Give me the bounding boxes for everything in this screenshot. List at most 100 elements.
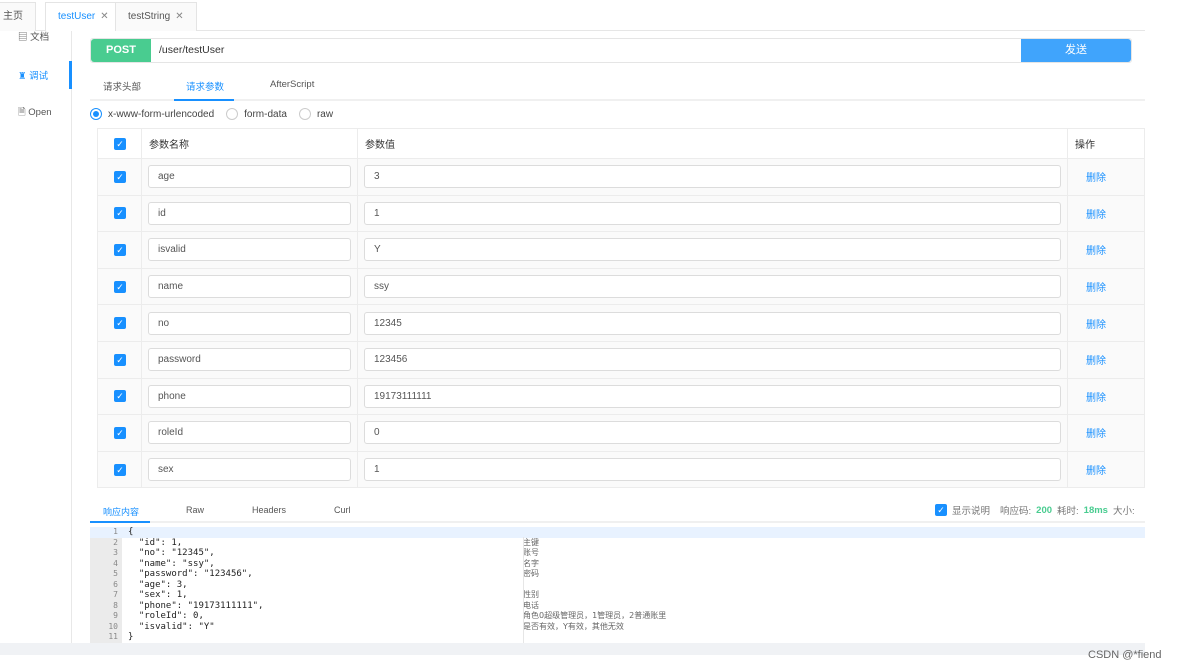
delete-link[interactable]: 删除 <box>1068 466 1106 477</box>
line-number: 9 <box>113 611 118 620</box>
row-checkbox[interactable]: ✓ <box>114 463 126 476</box>
file-icon: 🗎 <box>18 107 26 118</box>
delete-link[interactable]: 删除 <box>1068 320 1106 331</box>
tab-home[interactable]: 主页 <box>0 2 36 31</box>
action-cell: 删除 <box>1067 414 1145 452</box>
name-cell: password <box>141 340 358 379</box>
radio-checked-icon <box>90 108 102 120</box>
send-button[interactable]: 发送 <box>1021 39 1131 62</box>
code-line: 10 "isvalid": "Y" 是否有效，Y有效，其他无效 <box>90 622 1145 633</box>
code-text: "id": 1, <box>128 537 183 548</box>
method-select[interactable]: POST <box>91 39 151 62</box>
action-cell: 删除 <box>1067 377 1145 416</box>
delete-link[interactable]: 删除 <box>1068 356 1106 367</box>
param-name-input[interactable]: age <box>148 165 351 189</box>
action-cell: 删除 <box>1067 450 1145 489</box>
param-name-input[interactable]: name <box>148 275 351 299</box>
body-type-group: x-www-form-urlencoded form-data raw <box>90 108 333 120</box>
param-name-input[interactable]: sex <box>148 458 351 482</box>
param-value-input[interactable]: ssy <box>364 275 1061 299</box>
code-line: 11} <box>90 632 1145 643</box>
code-text: } <box>128 632 134 642</box>
active-tab-underline <box>174 99 234 101</box>
table-row: ✓ no 12345 删除 <box>97 304 1145 342</box>
sidebar-item-docs[interactable]: ▤ 文档 <box>18 29 49 43</box>
code-line: 5 "password": "123456", 密码 <box>90 569 1145 580</box>
close-icon[interactable]: ✕ <box>175 11 183 22</box>
value-cell: 0 <box>357 414 1068 452</box>
param-name-input[interactable]: password <box>148 348 351 372</box>
param-value-input[interactable]: 0 <box>364 421 1061 445</box>
radio-form-data[interactable]: form-data <box>226 108 287 120</box>
name-cell: no <box>141 304 358 342</box>
param-value-input[interactable]: 3 <box>364 165 1061 189</box>
param-value-input[interactable]: 123456 <box>364 348 1061 372</box>
response-editor[interactable]: 1{2 "id": 1, 主键 3 "no": "12345", 账号 4 "name"… <box>90 527 1145 643</box>
param-value-input[interactable]: 19173111111 <box>364 384 1061 408</box>
table-row: ✓ sex 1 删除 <box>97 450 1145 489</box>
tab-request-headers[interactable]: 请求头部 <box>103 79 141 93</box>
table-row: ✓ isvalid Y 删除 <box>97 231 1145 269</box>
url-input[interactable]: /user/testUser <box>151 39 1021 62</box>
param-value-input[interactable]: 1 <box>364 201 1061 225</box>
radio-raw[interactable]: raw <box>298 108 333 120</box>
delete-link[interactable]: 删除 <box>1068 393 1106 404</box>
table-row: ✓ name ssy 删除 <box>97 267 1145 306</box>
code-line: 3 "no": "12345", 账号 <box>90 548 1145 559</box>
param-name-input[interactable]: id <box>148 201 351 225</box>
param-name-input[interactable]: isvalid <box>148 238 351 262</box>
active-indicator <box>69 61 72 89</box>
tab-teststring[interactable]: testString ✕ <box>115 2 197 31</box>
code-text: "phone": "19173111111", <box>128 600 264 611</box>
col-header-action: 操作 <box>1067 128 1145 159</box>
table-row: ✓ roleId 0 删除 <box>97 414 1145 452</box>
tab-testuser[interactable]: testUser ✕ <box>45 2 122 31</box>
row-checkbox[interactable]: ✓ <box>114 170 126 183</box>
field-comment: 性别 <box>523 590 539 599</box>
tab-curl[interactable]: Curl <box>334 505 351 515</box>
row-checkbox[interactable]: ✓ <box>114 390 126 403</box>
row-checkbox[interactable]: ✓ <box>114 426 126 439</box>
delete-link[interactable]: 删除 <box>1068 283 1106 294</box>
param-value-input[interactable]: 12345 <box>364 311 1061 335</box>
field-comment: 电话 <box>523 600 539 610</box>
request-tabs: 请求头部 请求参数 AfterScript <box>90 70 1145 101</box>
sidebar-item-label: 调试 <box>29 71 49 82</box>
sidebar-item-label: 文档 <box>30 32 50 43</box>
delete-link[interactable]: 删除 <box>1068 210 1106 221</box>
row-checkbox[interactable]: ✓ <box>114 243 126 256</box>
sidebar-item-debug[interactable]: ♜ 调试 <box>18 68 48 82</box>
line-number: 1 <box>113 527 118 536</box>
tab-headers[interactable]: Headers <box>252 505 286 515</box>
tab-afterscript[interactable]: AfterScript <box>270 79 314 90</box>
param-value-input[interactable]: Y <box>364 238 1061 262</box>
close-icon[interactable]: ✕ <box>100 11 108 22</box>
line-number: 7 <box>113 590 118 599</box>
delete-link[interactable]: 删除 <box>1068 173 1106 184</box>
param-name-input[interactable]: phone <box>148 384 351 408</box>
param-value-input[interactable]: 1 <box>364 458 1061 482</box>
show-desc-checkbox[interactable]: ✓ <box>935 504 947 516</box>
line-number: 4 <box>113 558 118 568</box>
sidebar-item-label: Open <box>28 107 52 118</box>
delete-link[interactable]: 删除 <box>1068 246 1106 257</box>
row-select-cell: ✓ <box>97 304 142 342</box>
row-select-cell: ✓ <box>97 158 142 196</box>
param-name-input[interactable]: no <box>148 311 351 335</box>
row-checkbox[interactable]: ✓ <box>114 280 126 293</box>
tab-raw[interactable]: Raw <box>186 505 204 515</box>
tab-response-content[interactable]: 响应内容 <box>103 505 139 518</box>
code-text: "age": 3, <box>128 579 188 590</box>
delete-link[interactable]: 删除 <box>1068 429 1106 440</box>
row-checkbox[interactable]: ✓ <box>114 353 126 366</box>
radio-urlencoded[interactable]: x-www-form-urlencoded <box>90 108 214 120</box>
row-checkbox[interactable]: ✓ <box>114 207 126 220</box>
row-checkbox[interactable]: ✓ <box>114 317 126 330</box>
param-name-input[interactable]: roleId <box>148 421 351 445</box>
value-cell: 12345 <box>357 304 1068 342</box>
sidebar-item-open[interactable]: 🗎 Open <box>18 105 52 121</box>
code-line: 8 "phone": "19173111111", 电话 <box>90 601 1145 612</box>
tab-request-params[interactable]: 请求参数 <box>186 79 224 93</box>
row-select-cell: ✓ <box>97 450 142 489</box>
select-all-checkbox[interactable]: ✓ <box>114 137 126 150</box>
